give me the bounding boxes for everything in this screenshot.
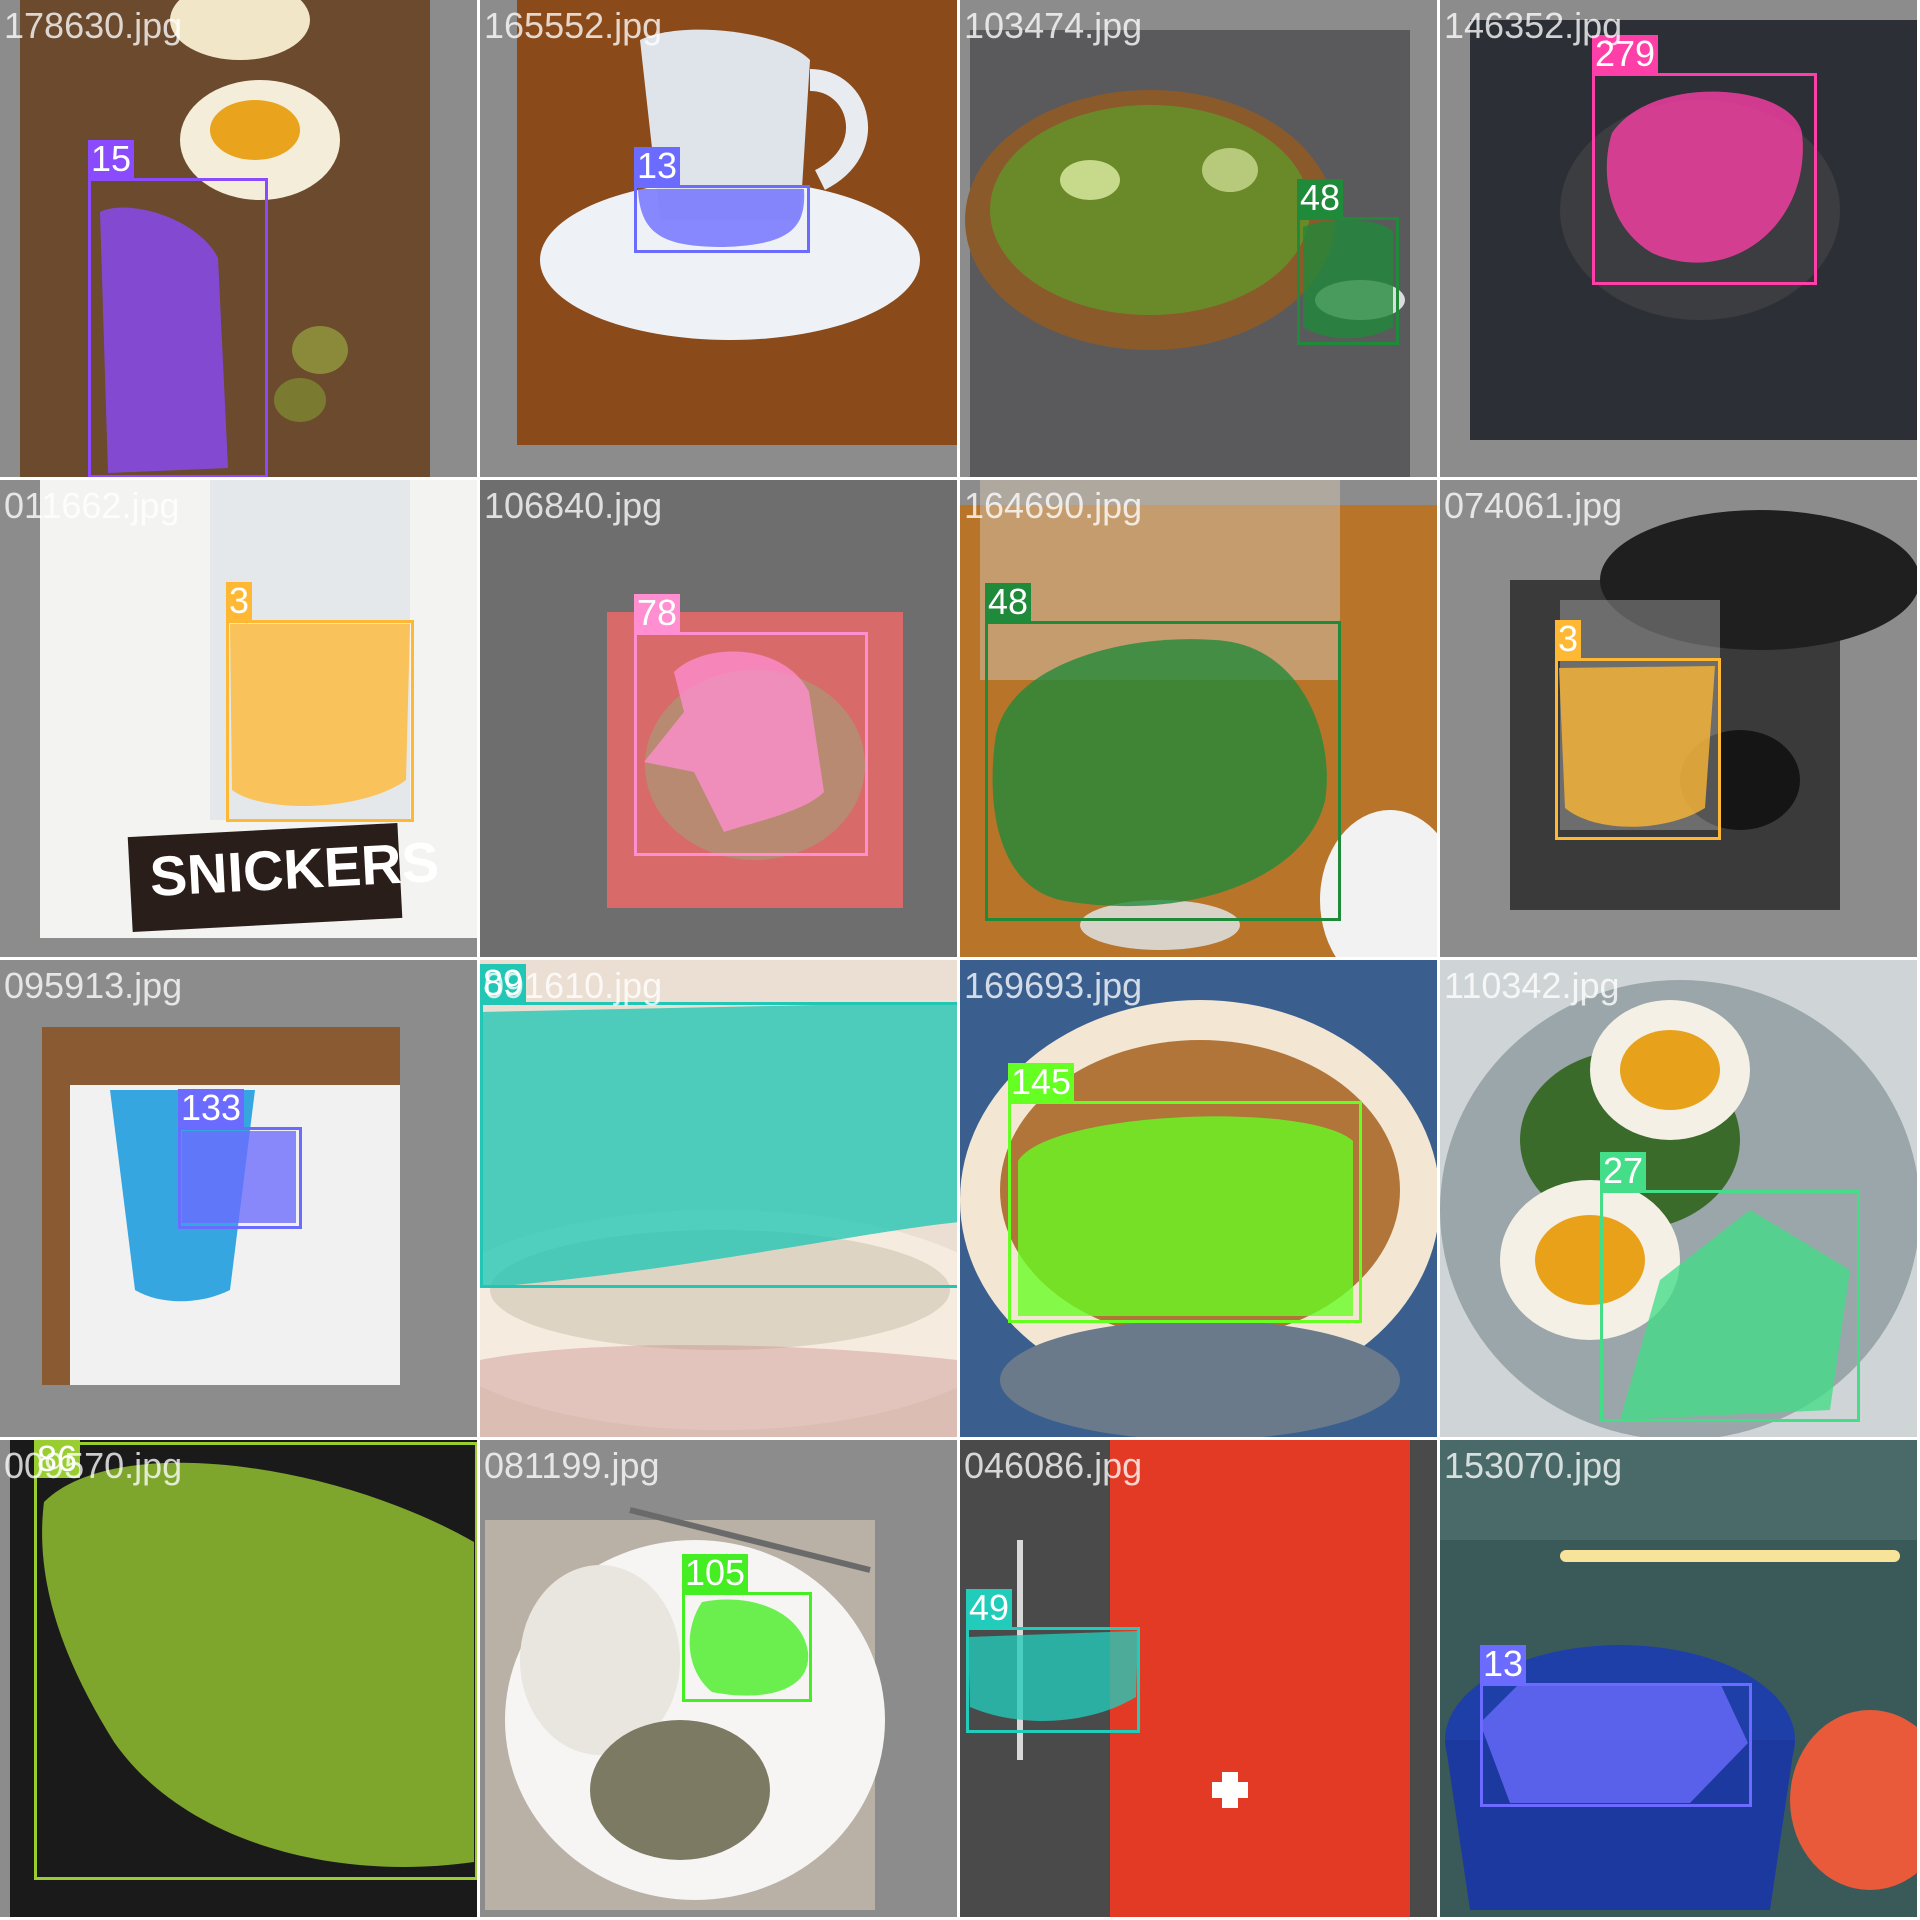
file-name: 165552.jpg — [484, 5, 663, 46]
image-tile: 13 153070.jpg — [1440, 1440, 1917, 1917]
bounding-box — [1592, 73, 1817, 285]
file-name: 011662.jpg — [4, 485, 180, 526]
class-id-label: 48 — [1297, 179, 1344, 217]
file-name: 146352.jpg — [1444, 5, 1623, 46]
bounding-box — [34, 1442, 477, 1880]
bounding-box — [682, 1592, 812, 1702]
bounding-box — [1480, 1683, 1752, 1807]
file-name: 110342.jpg — [1444, 965, 1620, 1006]
image-tile: 145 169693.jpg — [960, 960, 1437, 1437]
class-id-label: 3 — [226, 582, 253, 620]
image-tile: SNICKERS 3 011662.jpg — [0, 480, 477, 957]
file-name: 106840.jpg — [484, 485, 663, 526]
bounding-box — [1600, 1190, 1860, 1422]
class-id-label: 3 — [1555, 620, 1582, 658]
file-name: 091610.jpg — [484, 965, 663, 1006]
image-tile: 13 165552.jpg — [480, 0, 957, 477]
file-name: 164690.jpg — [964, 485, 1143, 526]
bounding-box — [1008, 1101, 1362, 1323]
class-id-label: 13 — [634, 147, 681, 185]
image-tile: 27 110342.jpg — [1440, 960, 1917, 1437]
bounding-box — [226, 620, 414, 822]
image-tile: 3 074061.jpg — [1440, 480, 1917, 957]
class-id-label: 13 — [1480, 1645, 1527, 1683]
file-name: 046086.jpg — [964, 1445, 1143, 1486]
bounding-box — [88, 178, 268, 477]
image-tile: 89 091610.jpg — [480, 960, 957, 1437]
file-name: 103474.jpg — [964, 5, 1143, 46]
file-name: 178630.jpg — [4, 5, 183, 46]
class-id-label: 27 — [1600, 1152, 1647, 1190]
image-tile: 15 178630.jpg — [0, 0, 477, 477]
class-id-label: 133 — [178, 1089, 245, 1127]
class-id-label: 49 — [966, 1589, 1013, 1627]
class-id-label: 78 — [634, 594, 681, 632]
file-name: 095913.jpg — [4, 965, 183, 1006]
image-tile: 279 146352.jpg — [1440, 0, 1917, 477]
image-tile: 78 106840.jpg — [480, 480, 957, 957]
file-name: 153070.jpg — [1444, 1445, 1623, 1486]
image-tile: 133 095913.jpg — [0, 960, 477, 1437]
file-name: 009570.jpg — [4, 1445, 183, 1486]
image-tile: 49 046086.jpg — [960, 1440, 1437, 1917]
class-id-label: 48 — [985, 583, 1032, 621]
bounding-box — [966, 1627, 1140, 1733]
bounding-box — [985, 621, 1341, 921]
image-tile: 48 103474.jpg — [960, 0, 1437, 477]
image-tile: 86 009570.jpg — [0, 1440, 477, 1917]
class-id-label: 105 — [682, 1554, 749, 1592]
bounding-box — [480, 1002, 957, 1288]
bounding-box — [1297, 217, 1399, 345]
image-tile: 105 081199.jpg — [480, 1440, 957, 1917]
bounding-box — [634, 185, 810, 253]
file-name: 169693.jpg — [964, 965, 1143, 1006]
detection-mosaic: 15 178630.jpg 13 165552.jpg 48 103474.jpg 279 1… — [0, 0, 1920, 1920]
image-tile: 48 164690.jpg — [960, 480, 1437, 957]
class-id-label: 15 — [88, 140, 135, 178]
bounding-box — [634, 632, 868, 856]
bounding-box — [178, 1127, 302, 1229]
file-name: 074061.jpg — [1444, 485, 1623, 526]
bounding-box — [1555, 658, 1721, 840]
file-name: 081199.jpg — [484, 1445, 660, 1486]
class-id-label: 145 — [1008, 1063, 1075, 1101]
